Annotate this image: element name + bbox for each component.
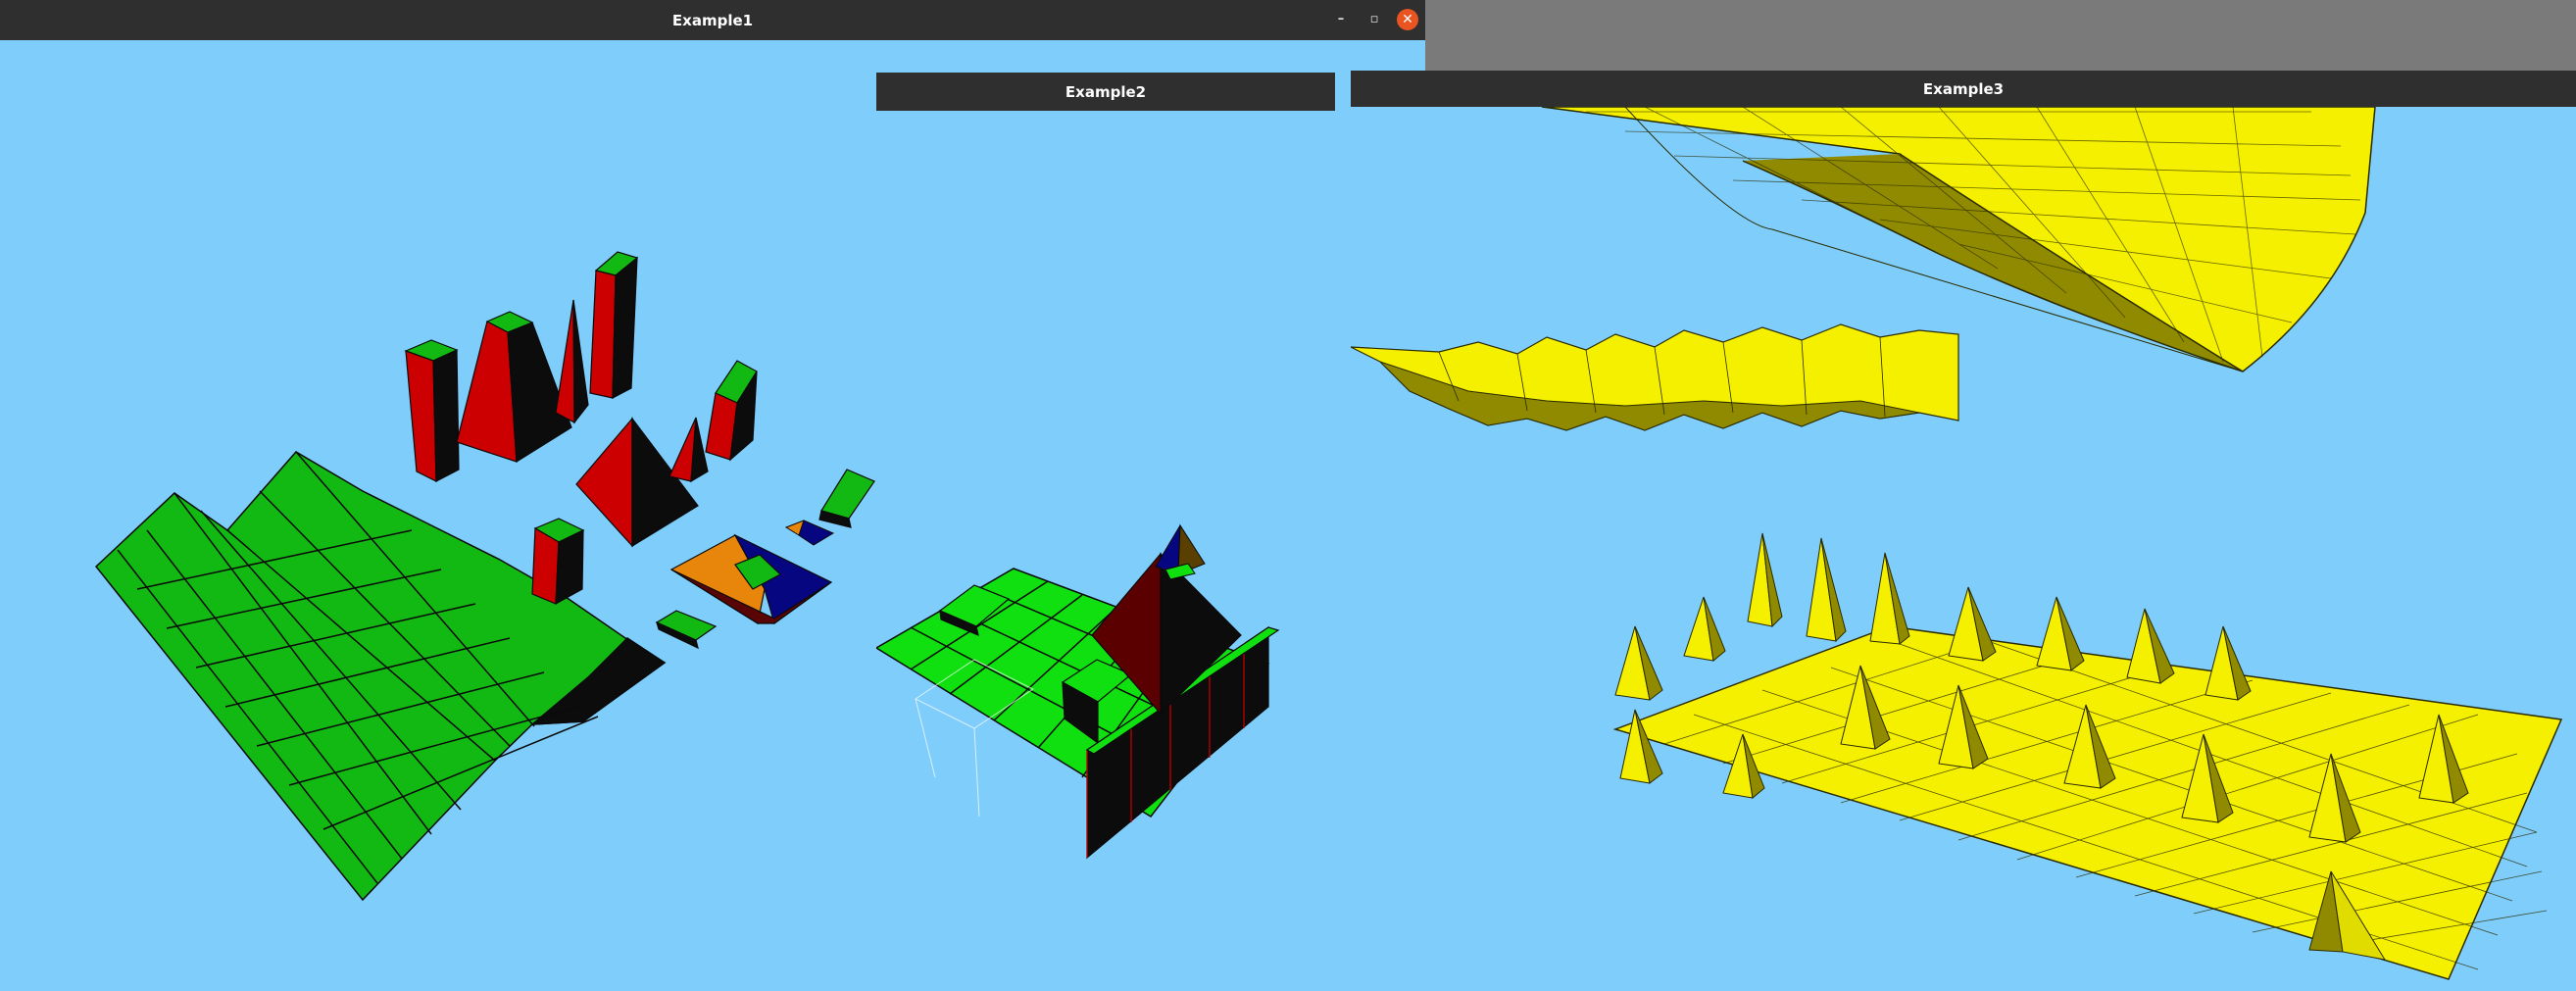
red-block-2 [589,251,639,400]
red-block-1 [404,339,460,482]
example3-viewport[interactable] [1351,107,2576,991]
example2-scene [876,523,1280,860]
example3-window[interactable]: Example3 [1351,71,2576,991]
example3-titlebar[interactable]: Example3 [1351,71,2576,107]
example2-titlebar[interactable]: Example2 [876,73,1335,111]
maximize-button[interactable]: ▫ [1362,6,1387,31]
example2-window[interactable]: Example2 [876,73,1335,991]
red-spike-2 [669,417,709,483]
terrain-mesh [94,451,667,902]
example3-title: Example3 [1922,79,2005,98]
red-block-3 [705,360,758,462]
spike-plane [1612,532,2563,980]
example2-viewport[interactable] [876,111,1335,991]
example1-titlebar[interactable]: Example1 – ▫ ✕ [0,0,1425,40]
example1-title: Example1 [671,11,754,29]
green-tile-2 [655,610,718,650]
close-button[interactable]: ✕ [1397,9,1418,30]
orange-pyramid [669,533,833,624]
red-trapezoid [456,311,572,464]
paraboloid-surface [1541,107,2376,372]
example2-title: Example2 [1065,82,1147,101]
example3-scene [1351,107,2563,980]
minimize-button[interactable]: – [1328,6,1354,31]
red-pyramid-1 [575,417,699,548]
small-pyramid [784,520,835,546]
red-spike-1 [555,299,589,424]
green-tile-1 [818,469,875,528]
red-block-4 [531,518,585,606]
wave-surface [1351,323,1959,431]
